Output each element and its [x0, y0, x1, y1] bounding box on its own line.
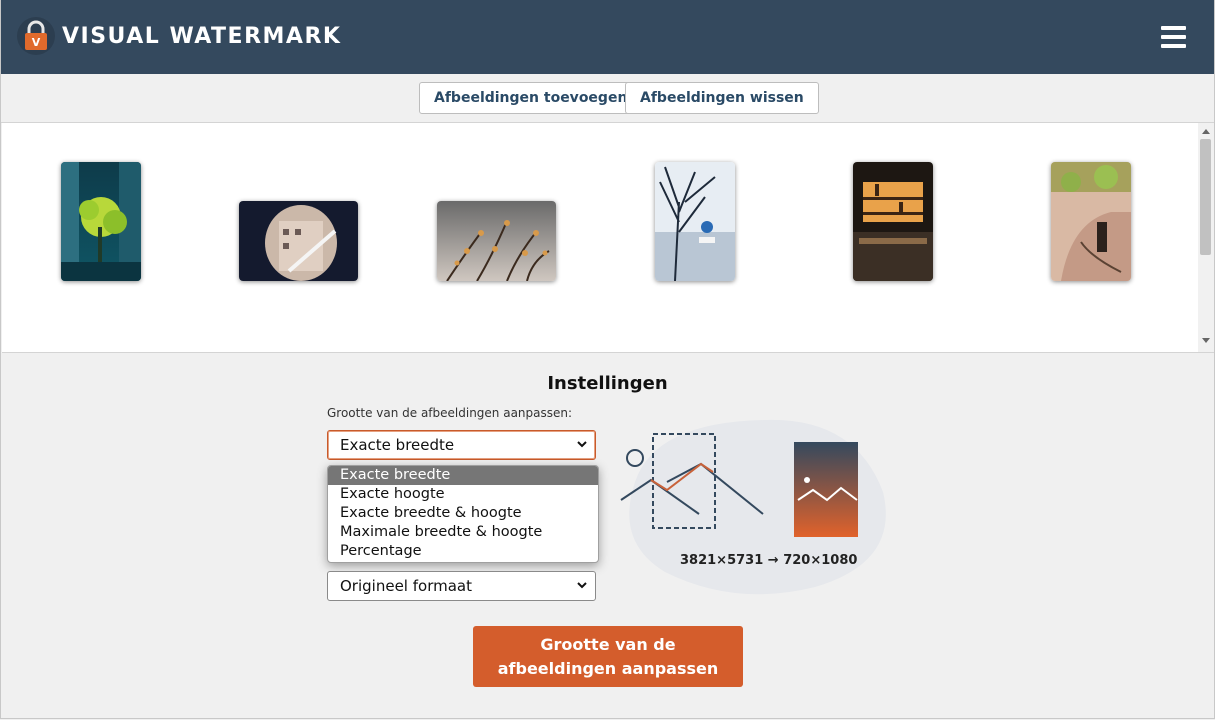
thumbnail-image[interactable]: [1051, 162, 1131, 281]
dimensions-text: 3821×5731 → 720×1080: [680, 553, 858, 568]
svg-text:V: V: [32, 36, 41, 49]
app-header: V VISUAL WATERMARK: [0, 0, 1215, 74]
chevron-down-icon: [577, 441, 587, 448]
resize-illustration-icon: [620, 419, 886, 595]
dropdown-option[interactable]: Exacte breedte & hoogte: [328, 504, 598, 523]
image-gallery: [2, 123, 1198, 353]
dropdown-option[interactable]: Percentage: [328, 542, 598, 561]
toolbar: Afbeeldingen toevoegen Afbeeldingen wiss…: [0, 74, 1215, 123]
padlock-logo-icon[interactable]: V: [16, 16, 56, 56]
thumbnail-image[interactable]: [853, 162, 933, 281]
dropdown-option[interactable]: Exacte breedte: [328, 466, 598, 485]
dropdown-option[interactable]: Maximale breedte & hoogte: [328, 523, 598, 542]
thumbnail-image[interactable]: [61, 162, 141, 281]
clear-images-button[interactable]: Afbeeldingen wissen: [625, 82, 819, 114]
thumbnail-image[interactable]: [239, 201, 358, 281]
resize-images-button[interactable]: Grootte van de afbeeldingen aanpassen: [473, 626, 743, 687]
add-images-button[interactable]: Afbeeldingen toevoegen: [419, 82, 643, 114]
resize-label: Grootte van de afbeeldingen aanpassen:: [327, 406, 573, 420]
dropdown-option[interactable]: Exacte hoogte: [328, 485, 598, 504]
resize-mode-select[interactable]: Exacte breedte: [327, 430, 596, 460]
thumbnail-image[interactable]: [437, 201, 556, 281]
format-select[interactable]: Origineel formaat: [327, 571, 596, 601]
scroll-up-arrow-icon[interactable]: [1202, 129, 1210, 134]
gallery-scrollbar[interactable]: [1198, 123, 1214, 353]
chevron-down-icon: [577, 582, 587, 589]
resize-images-button-label: Grootte van de afbeeldingen aanpassen: [497, 634, 719, 678]
brand-name: VISUAL WATERMARK: [62, 24, 342, 49]
settings-title: Instellingen: [547, 373, 668, 394]
thumbnail-image[interactable]: [655, 162, 735, 281]
resize-mode-value: Exacte breedte: [340, 436, 455, 454]
format-value: Origineel formaat: [340, 577, 472, 595]
resize-mode-dropdown: Exacte breedte Exacte hoogte Exacte bree…: [327, 465, 599, 563]
scroll-down-arrow-icon[interactable]: [1202, 338, 1210, 343]
scrollbar-thumb[interactable]: [1200, 139, 1211, 255]
hamburger-menu-icon[interactable]: [1158, 22, 1190, 52]
